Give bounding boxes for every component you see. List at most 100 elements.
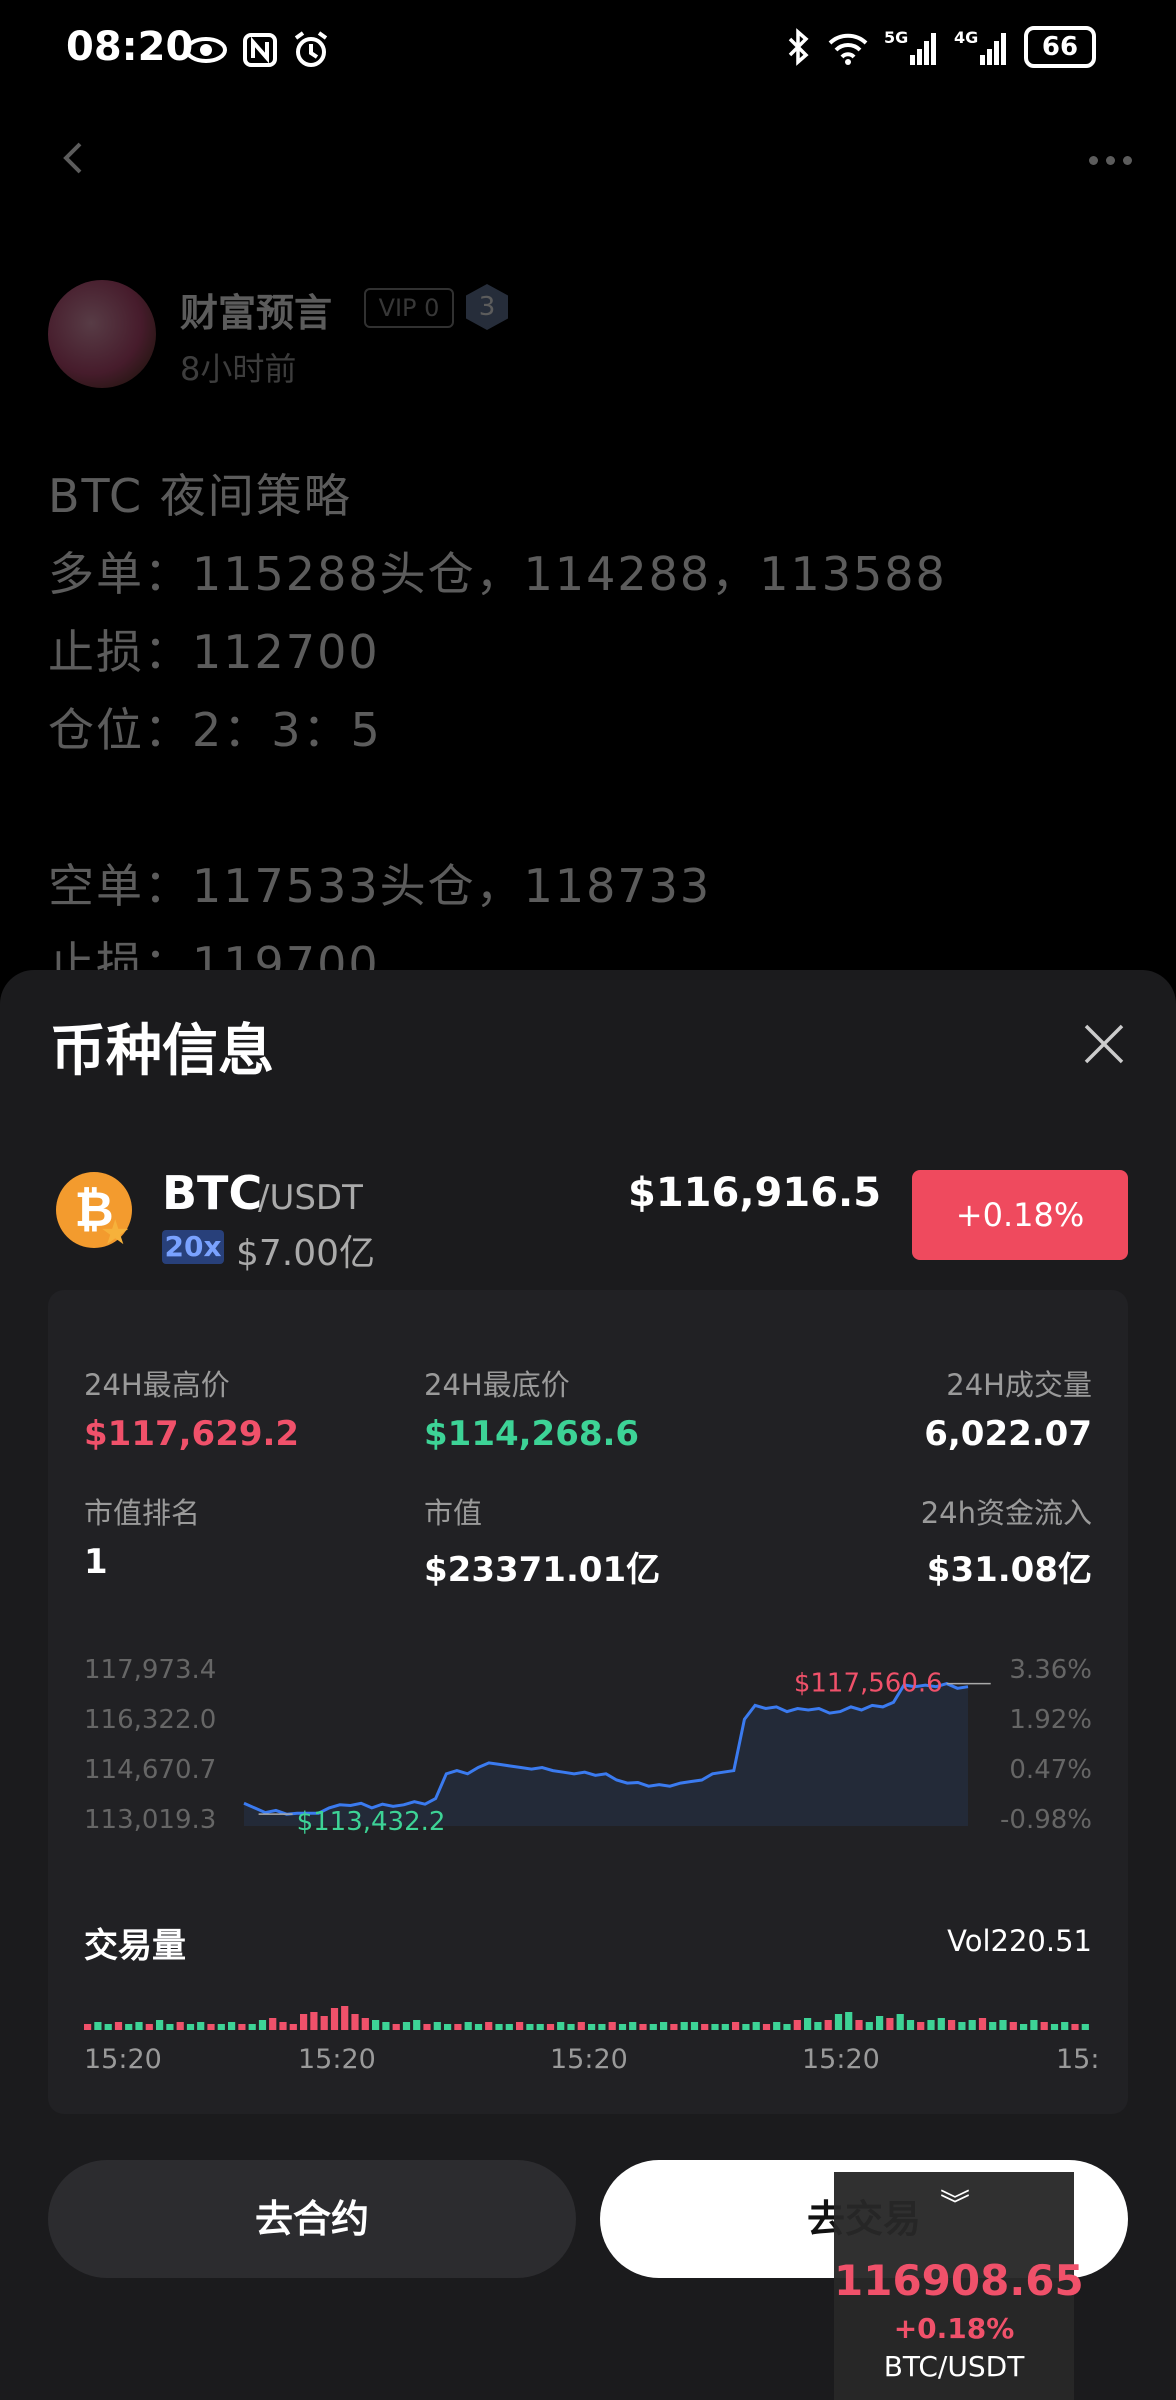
volume-bar (1030, 2020, 1038, 2030)
y-tick-right: 0.47% (1009, 1755, 1092, 1785)
volume-bar (896, 2014, 904, 2030)
close-icon[interactable] (1082, 1022, 1126, 1066)
volume-bar (505, 2024, 513, 2030)
change-badge[interactable]: +0.18% (912, 1170, 1128, 1260)
min-annotation: $113,432.2 (297, 1807, 446, 1837)
volume-value: 6,022.07 (924, 1414, 1092, 1454)
price-chart[interactable]: 117,973.4 116,322.0 114,670.7 113,019.3 3.36… (48, 1640, 1128, 1840)
sheet-title: 币种信息 (50, 1019, 274, 1084)
volume-bar (876, 2016, 884, 2030)
y-tick-left: 114,670.7 (84, 1755, 216, 1785)
volume-bar (125, 2024, 133, 2030)
author-name[interactable]: 财富预言 (180, 282, 332, 337)
chevron-down-icon[interactable]: ︾ (940, 2180, 970, 2224)
low-label: 24H最底价 (424, 1368, 570, 1402)
volume-bar (762, 2024, 771, 2030)
volume-bar (906, 2020, 915, 2030)
volume-bar (1081, 2024, 1089, 2030)
volume-bar (660, 2022, 668, 2030)
high-value: $117,629.2 (84, 1414, 300, 1454)
volume-bar (135, 2022, 143, 2030)
volume-bar (855, 2020, 863, 2030)
volume-bar (197, 2022, 205, 2030)
more-options-icon[interactable] (1089, 156, 1132, 165)
volume-bar (413, 2020, 421, 2030)
volume-bar (228, 2022, 236, 2030)
volume-bar (742, 2024, 750, 2030)
volume-bar (618, 2024, 627, 2030)
volume-bar (444, 2024, 452, 2030)
volume-bar (156, 2020, 164, 2030)
avatar[interactable] (48, 280, 156, 388)
post-line: 仓位：2：3：5 (48, 703, 382, 757)
y-tick-left: 113,019.3 (84, 1805, 216, 1835)
volume-bar (680, 2022, 688, 2030)
volume-bar (402, 2022, 411, 2030)
volume-bar (783, 2024, 791, 2030)
low-value: $114,268.6 (424, 1414, 640, 1454)
high-label: 24H最高价 (84, 1368, 230, 1402)
floating-price: 116908.65 (834, 2256, 1084, 2305)
volume-title: 交易量 (84, 1926, 186, 1966)
rank-value: 1 (84, 1542, 108, 1582)
post-line: 止损：112700 (48, 625, 380, 679)
volume-bar (536, 2024, 544, 2030)
volume-bar (711, 2024, 719, 2030)
volume-bar (1040, 2022, 1048, 2030)
volume-bar (1071, 2024, 1079, 2030)
volume-bar (320, 2016, 328, 2030)
volume-bar (917, 2022, 925, 2030)
volume-bar (341, 2006, 349, 2030)
volume-bar (238, 2024, 246, 2030)
volume-bar (649, 2024, 657, 2030)
volume-bar (516, 2022, 524, 2030)
volume-bar (217, 2024, 225, 2030)
back-arrow-icon[interactable] (56, 140, 92, 176)
volume-bar (372, 2020, 380, 2030)
volume-bar (1020, 2024, 1028, 2030)
volume-bar (732, 2022, 740, 2030)
x-tick: 15:20 (550, 2044, 628, 2075)
coin-quote: /USDT (258, 1178, 363, 1218)
volume-bar (721, 2024, 729, 2030)
volume-bar (330, 2008, 339, 2030)
post-time: 8小时前 (180, 350, 297, 388)
volume-bar (598, 2024, 606, 2030)
volume-bar (557, 2022, 565, 2030)
post-line: 空单：117533头仓，118733 (48, 859, 712, 913)
volume-bar (84, 2024, 92, 2030)
favorite-star-icon[interactable]: ★ (100, 1216, 134, 1250)
volume-bar (1009, 2022, 1017, 2030)
volume-chart: 15:20 15:20 15:20 15:20 15: (84, 2006, 1099, 2075)
level-badge: 3 (466, 284, 508, 330)
volume-bar (269, 2018, 277, 2030)
volume-bar (886, 2018, 894, 2030)
coin-volume-short: $7.00亿 (236, 1233, 376, 1274)
volume-bar (145, 2024, 153, 2030)
volume-bar (104, 2024, 112, 2030)
volume-bar (690, 2022, 699, 2030)
volume-bar (958, 2022, 966, 2030)
volume-total: Vol220.51 (947, 1924, 1092, 1958)
post-background: 财富预言 VIP 0 3 8小时前 BTC 夜间策略 多单：115288头仓，1… (0, 0, 1176, 1000)
volume-bar (248, 2024, 256, 2030)
volume-bar (464, 2022, 472, 2030)
volume-bar (701, 2024, 709, 2030)
volume-bar (948, 2020, 956, 2030)
volume-bar (186, 2024, 195, 2030)
volume-bar (176, 2022, 184, 2030)
volume-bar (258, 2020, 267, 2030)
volume-bar (814, 2022, 822, 2030)
mcap-value: $23371.01亿 (424, 1550, 661, 1590)
volume-bar (361, 2018, 369, 2030)
volume-bar (773, 2022, 781, 2030)
max-annotation: $117,560.6 (794, 1669, 943, 1699)
volume-bar (495, 2024, 503, 2030)
volume-bar (793, 2020, 801, 2030)
mcap-label: 市值 (424, 1496, 483, 1530)
volume-bar (392, 2024, 400, 2030)
go-futures-button[interactable]: 去合约 (48, 2160, 576, 2278)
volume-bar (485, 2022, 493, 2030)
volume-bar (927, 2020, 935, 2030)
volume-bar (207, 2024, 215, 2030)
